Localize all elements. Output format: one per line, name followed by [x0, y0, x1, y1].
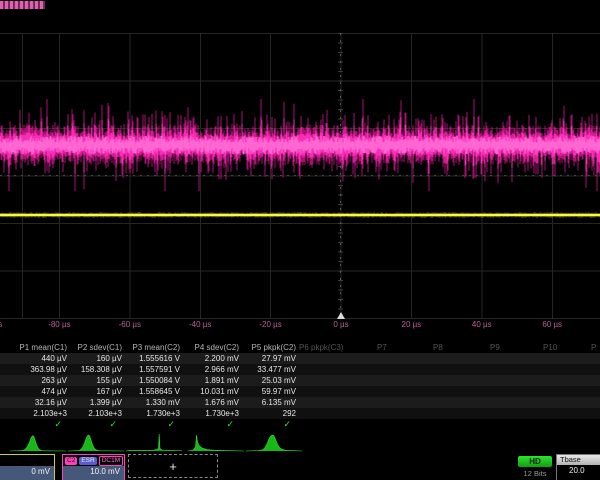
channel-c1-descriptor[interactable]: C1 DC1M 0 mV — [0, 454, 55, 480]
c1-vertical-scale: 0 mV — [0, 466, 54, 480]
add-trace-button[interactable]: + — [128, 454, 218, 478]
time-axis-label: 60 µs — [542, 320, 562, 329]
meas-value: 1.550084 V — [125, 375, 183, 386]
table-row: 474 µV 167 µV 1.558645 V 10.031 mV 59.97… — [0, 386, 600, 397]
table-row: 440 µV 160 µV 1.555616 V 2.200 mV 27.97 … — [0, 353, 600, 364]
meas-value: 2.103e+3 — [70, 408, 125, 419]
time-axis-label: 0 µs — [333, 320, 348, 329]
meas-value: 25.03 mV — [242, 375, 299, 386]
meas-value: 1.557591 V — [125, 364, 183, 375]
c2-vertical-scale: 10.0 mV — [63, 466, 124, 480]
meas-value: 263 µV — [0, 375, 70, 386]
meas-header-p5[interactable]: P5 pkpk(C2) — [242, 342, 299, 353]
oscilloscope-screen: -100 µs -80 µs -60 µs -40 µs -20 µs 0 µs 20 µs… — [0, 0, 600, 480]
time-axis-label: -100 µs — [0, 320, 2, 329]
p5-histicon[interactable] — [246, 431, 302, 452]
hd-mode-badge: HD — [518, 456, 552, 467]
meas-value: 440 µV — [0, 353, 70, 364]
meas-header-p4[interactable]: P4 sdev(C2) — [183, 342, 242, 353]
c2-esr-badge: ESR — [79, 457, 96, 465]
p2-histicon[interactable] — [68, 431, 124, 452]
time-axis: -100 µs -80 µs -60 µs -40 µs -20 µs 0 µs 20 µs… — [0, 320, 600, 332]
plus-icon: + — [169, 459, 177, 474]
meas-value: 292 — [242, 408, 299, 419]
channel-c2-descriptor[interactable]: C2 ESR DC1M 10.0 mV — [62, 454, 125, 480]
meas-value: 1.555616 V — [125, 353, 183, 364]
c1-trace — [0, 214, 600, 216]
meas-value: 167 µV — [70, 386, 125, 397]
p1-histicon[interactable] — [10, 431, 66, 452]
time-axis-label: -40 µs — [189, 320, 211, 329]
meas-value: 10.031 mV — [183, 386, 242, 397]
meas-value: 160 µV — [70, 353, 125, 364]
trace-annotation-badge — [0, 1, 45, 9]
meas-header-p11-fragment: P — [591, 342, 599, 353]
status-check-icon: ✓ — [70, 419, 125, 430]
meas-value: 1.730e+3 — [125, 408, 183, 419]
meas-value: 1.399 µV — [70, 397, 125, 408]
meas-header-p10[interactable]: P10 — [543, 342, 560, 353]
meas-value: 1.330 mV — [125, 397, 183, 408]
measurement-header-row: P1 mean(C1) P2 sdev(C1) P3 mean(C2) P4 s… — [0, 342, 600, 353]
status-check-icon: ✓ — [0, 419, 70, 430]
status-check-icon: ✓ — [183, 419, 242, 430]
meas-value: 2.200 mV — [183, 353, 242, 364]
meas-value: 6.135 mV — [242, 397, 299, 408]
meas-value: 1.676 mV — [183, 397, 242, 408]
time-axis-label: -80 µs — [48, 320, 70, 329]
meas-value: 33.477 mV — [242, 364, 299, 375]
timebase-value: 20.0 — [557, 465, 600, 480]
meas-value: 1.730e+3 — [183, 408, 242, 419]
table-row: 363.98 µV 158.308 µV 1.557591 V 2.966 mV… — [0, 364, 600, 375]
meas-header-p7[interactable]: P7 — [377, 342, 390, 353]
meas-value: 59.97 mV — [242, 386, 299, 397]
meas-value: 363.98 µV — [0, 364, 70, 375]
timebase-label: Tbase — [557, 455, 600, 465]
meas-header-p2[interactable]: P2 sdev(C1) — [70, 342, 125, 353]
meas-header-p1[interactable]: P1 mean(C1) — [0, 342, 70, 353]
measurement-table: P1 mean(C1) P2 sdev(C1) P3 mean(C2) P4 s… — [0, 342, 600, 430]
status-check-icon: ✓ — [125, 419, 183, 430]
meas-value: 32.16 µV — [0, 397, 70, 408]
status-check-icon: ✓ — [242, 419, 299, 430]
meas-value: 27.97 mV — [242, 353, 299, 364]
meas-value: 158.308 µV — [70, 364, 125, 375]
meas-header-p3[interactable]: P3 mean(C2) — [125, 342, 183, 353]
timebase-descriptor[interactable]: Tbase 20.0 — [556, 454, 600, 480]
p4-histicon[interactable] — [188, 431, 244, 452]
meas-value: 155 µV — [70, 375, 125, 386]
bit-resolution-label: 12 Bits — [512, 469, 558, 478]
meas-value: 1.891 mV — [183, 375, 242, 386]
meas-value: 2.966 mV — [183, 364, 242, 375]
meas-value: 1.558645 V — [125, 386, 183, 397]
c2-channel-badge: C2 — [65, 457, 77, 465]
time-axis-label: 40 µs — [472, 320, 492, 329]
table-row: 2.103e+3 2.103e+3 1.730e+3 1.730e+3 292 — [0, 408, 600, 419]
p3-histicon[interactable] — [126, 431, 182, 452]
meas-header-p8[interactable]: P8 — [433, 342, 446, 353]
time-axis-label: -60 µs — [119, 320, 141, 329]
meas-header-p6[interactable]: P6 pkpk(C3) — [299, 342, 346, 353]
meas-value: 2.103e+3 — [0, 408, 70, 419]
waveform-display[interactable] — [0, 33, 600, 319]
c2-coupling-badge: DC1M — [99, 456, 123, 466]
trigger-position-marker-icon[interactable] — [337, 312, 345, 319]
meas-value: 474 µV — [0, 386, 70, 397]
status-row: ✓ ✓ ✓ ✓ ✓ — [0, 419, 600, 430]
meas-header-p9[interactable]: P9 — [490, 342, 503, 353]
time-axis-label: 20 µs — [402, 320, 422, 329]
time-axis-label: -20 µs — [259, 320, 281, 329]
table-row: 263 µV 155 µV 1.550084 V 1.891 mV 25.03 … — [0, 375, 600, 386]
table-row: 32.16 µV 1.399 µV 1.330 mV 1.676 mV 6.13… — [0, 397, 600, 408]
